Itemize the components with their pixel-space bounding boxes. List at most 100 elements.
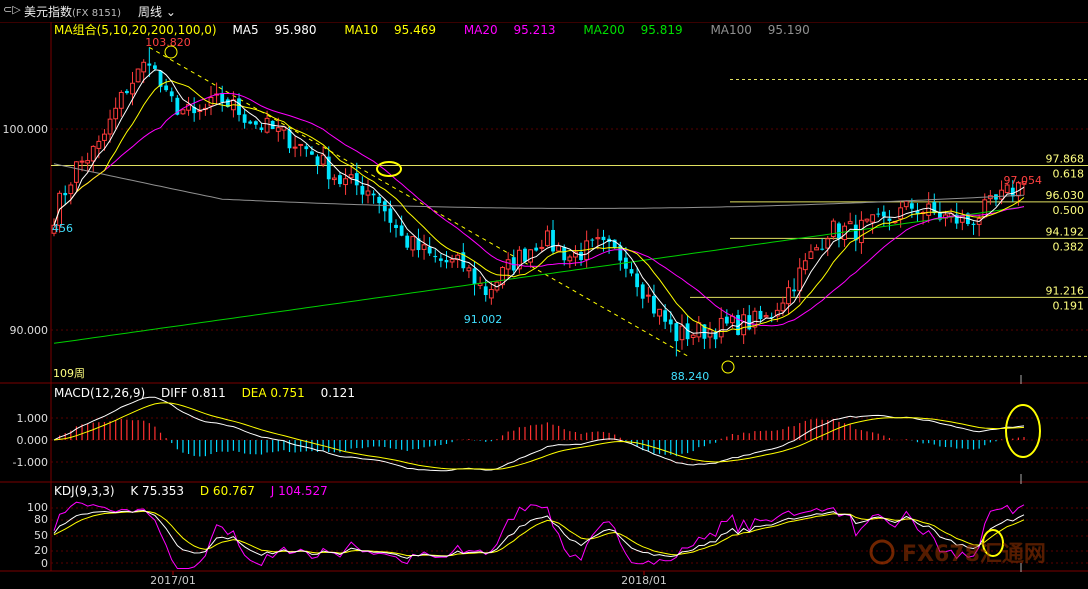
downtrend-dashed-line — [149, 46, 689, 357]
candle-body-up — [976, 218, 982, 225]
instrument-name: 美元指数 — [24, 5, 73, 19]
candle-body-down — [63, 192, 68, 196]
macd-dea-value: DEA 0.751 — [241, 386, 305, 400]
candle-body-down — [175, 97, 180, 115]
candle-body-down — [248, 121, 253, 124]
candle-body-up — [780, 302, 786, 312]
candle-body-down — [338, 175, 342, 185]
candle-body-up — [186, 103, 191, 111]
ma5-line — [53, 69, 1025, 334]
back-forward-arrows-icon[interactable]: ⊂▷ — [3, 3, 21, 16]
candle-body-up — [999, 189, 1004, 200]
candle-body-up — [741, 314, 747, 336]
candle-body-down — [674, 323, 679, 342]
candle-body-up — [545, 230, 550, 247]
candle-body-down — [388, 208, 393, 223]
candle-body-down — [758, 310, 763, 320]
candle-body-up — [466, 267, 472, 272]
candle-body-down — [169, 91, 174, 97]
trend-lines — [149, 46, 689, 357]
candle-body-up — [500, 266, 505, 286]
candle-body-down — [405, 235, 410, 248]
candle-body-down — [1010, 187, 1015, 197]
candle-body-up — [365, 190, 371, 196]
candle-body-up — [455, 254, 461, 261]
moving-average-lines — [53, 69, 1025, 344]
candle-body-up — [281, 126, 287, 131]
ma20-value: MA20 95.213 — [463, 23, 556, 37]
kdj-tick-100: 100 — [27, 501, 48, 514]
candle-body-up — [118, 91, 124, 109]
fib-price-label: 96.030 — [1046, 189, 1085, 202]
candle-body-up — [180, 109, 186, 115]
candle-body-down — [966, 213, 970, 225]
candle-body-down — [736, 315, 740, 335]
ma5-value: MA5 95.980 — [232, 23, 317, 37]
candle-body-up — [208, 97, 214, 107]
candle-body-down — [371, 193, 376, 196]
candle-body-down — [820, 248, 825, 250]
candle-body-up — [920, 212, 926, 215]
fib-ratio-label: 0.618 — [1053, 167, 1085, 180]
candle-body-up — [847, 221, 853, 225]
candle-body-up — [505, 259, 511, 270]
candle-body-up — [595, 237, 601, 240]
fib-ratio-label: 0.382 — [1053, 240, 1085, 253]
price-tick-100: 100.000 — [3, 123, 49, 136]
ma-cross-highlight-ellipse — [376, 161, 402, 177]
candle-body-down — [551, 229, 555, 252]
candle-body-up — [903, 200, 909, 208]
candle-body-up — [556, 245, 562, 252]
candle-body-up — [264, 117, 270, 133]
candle-body-up — [690, 334, 696, 338]
candle-body-down — [579, 252, 583, 260]
kdj-d-value: D 60.767 — [199, 484, 255, 498]
left-edge-label: 456 — [52, 222, 73, 235]
candle-body-up — [231, 99, 236, 111]
candle-body-down — [590, 239, 595, 241]
candle-body-up — [331, 177, 337, 181]
candle-body-down — [360, 185, 365, 195]
last-price-label: 97.054 — [1004, 174, 1043, 187]
ma200-line — [53, 206, 1025, 344]
macd-tick-1: 1.000 — [17, 412, 49, 425]
kdj-tick-80: 80 — [34, 513, 48, 526]
candle-body-up — [645, 294, 651, 297]
candle-body-down — [237, 98, 241, 115]
macd-diff-line — [53, 396, 1025, 472]
candle-body-up — [275, 127, 281, 132]
candle-body-up — [488, 289, 494, 299]
macd-legend: MACD(12,26,9) DIFF 0.811 DEA 0.751 0.121 — [54, 386, 367, 400]
candle-body-up — [202, 107, 208, 110]
candle-body-up — [842, 225, 847, 240]
candle-body-up — [858, 219, 864, 244]
period-selector[interactable]: 周线 ⌄ — [138, 3, 176, 20]
candle-body-down — [640, 284, 645, 299]
candle-body-up — [926, 203, 932, 216]
candle-body-down — [192, 106, 197, 114]
watermark: FX678汇通网 — [869, 539, 1046, 567]
candle-body-up — [797, 267, 803, 292]
ma-legend-label[interactable]: MA组合(5,10,20,200,100,0) — [54, 23, 217, 37]
ma20-line — [53, 93, 1025, 327]
candle-body-down — [472, 268, 477, 285]
candle-body-up — [802, 260, 808, 271]
candle-body-up — [786, 287, 791, 305]
bars-count-label: 109周 — [53, 367, 85, 380]
macd-legend-label[interactable]: MACD(12,26,9) — [54, 386, 145, 400]
candle-body-down — [326, 156, 331, 180]
kdj-k-line — [53, 509, 1025, 559]
candle-body-up — [987, 195, 993, 200]
candle-body-down — [837, 223, 841, 239]
candle-body-down — [747, 315, 752, 330]
candle-body-down — [253, 121, 258, 125]
high-marker-circle — [164, 45, 178, 59]
candle-body-down — [881, 211, 886, 217]
candle-body-up — [573, 251, 578, 258]
candle-body-up — [657, 308, 662, 317]
candle-body-down — [399, 225, 404, 236]
candle-body-down — [220, 92, 225, 103]
candle-body-down — [310, 151, 314, 155]
watermark-logo-icon — [869, 539, 895, 565]
kdj-legend-label[interactable]: KDJ(9,3,3) — [54, 484, 115, 498]
